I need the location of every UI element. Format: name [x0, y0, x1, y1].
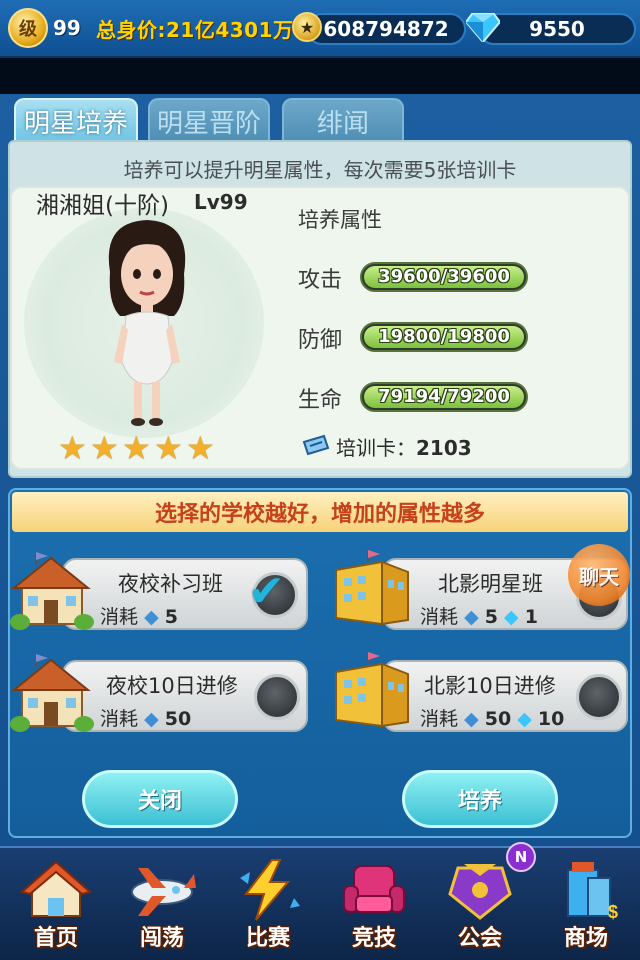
nav-explore[interactable]: 闯荡 [112, 850, 212, 958]
school-cost: 消耗 ◆ 50 ◆ 10 [420, 708, 565, 730]
school-radio[interactable] [254, 674, 300, 720]
nav-label: 首页 [33, 926, 78, 951]
airplane-icon [131, 868, 196, 916]
attack-value: 39600/39600 [378, 266, 510, 287]
nav-label: 比赛 [245, 926, 290, 951]
school-building-icon [335, 652, 409, 728]
star-level: Lv99 [194, 190, 248, 214]
star-rating: ★ ★ ★ ★ ★ [58, 429, 216, 467]
gem-icon: ◆ [504, 606, 519, 628]
tab-gossip[interactable]: 绯闻 [282, 98, 404, 142]
ticket-icon: ◆ [144, 606, 159, 628]
defense-value: 19800/19800 [378, 326, 510, 347]
nav-label: 商场 [563, 926, 608, 951]
star-icon: ★ [90, 429, 119, 467]
chat-button[interactable]: 聊天 [568, 544, 630, 606]
star-avatar [108, 220, 186, 426]
school-name: 夜校10日进修 [106, 674, 238, 698]
attribute-title: 培养属性 [298, 208, 382, 232]
ticket-icon: ◆ [464, 606, 479, 628]
armchair-icon [343, 865, 405, 913]
close-button[interactable]: 关闭 [82, 770, 238, 828]
player-level: 99 [53, 16, 81, 40]
svg-text:$: $ [608, 902, 618, 922]
school-radio[interactable] [576, 674, 622, 720]
ticket-icon: ◆ [464, 708, 479, 730]
tab-star-promotion[interactable]: 明星晋阶 [148, 98, 270, 142]
tab-star-training[interactable]: 明星培养 [14, 98, 138, 142]
level-badge: 级 [8, 8, 48, 48]
checkmark-icon: ✔ [248, 566, 285, 617]
ticket-count: 培训卡：2103 [336, 436, 472, 460]
school-name: 北影明星班 [438, 572, 543, 596]
train-button[interactable]: 培养 [402, 770, 558, 828]
gem-icon [466, 13, 500, 42]
total-worth: 总身价:21亿4301万 [96, 18, 294, 42]
shop-icon: $ [567, 862, 618, 922]
training-hint: 培养可以提升明星属性，每次需要5张培训卡 [123, 158, 517, 182]
school-building-icon [335, 550, 409, 626]
star-icon: ★ [122, 429, 151, 467]
home-icon [20, 860, 92, 917]
school-name: 北影10日进修 [424, 674, 556, 698]
nav-arena[interactable]: 竞技 [324, 850, 424, 958]
coin-icon: ★ [292, 12, 322, 42]
school-cost: 消耗 ◆ 5 [100, 606, 178, 628]
gem-balance: 9550 [478, 13, 636, 45]
coin-balance: 608794872 [306, 13, 466, 45]
new-badge: N [506, 842, 536, 872]
nav-shop[interactable]: $ 商场 [536, 850, 636, 958]
guild-icon [448, 864, 512, 920]
header-gap [0, 58, 640, 94]
school-cost: 消耗 ◆ 5 ◆ 1 [420, 606, 538, 628]
school-house-icon [10, 552, 94, 630]
nav-home[interactable]: 首页 [6, 850, 106, 958]
nav-match[interactable]: 比赛 [218, 850, 318, 958]
star-icon: ★ [58, 429, 87, 467]
school-house-icon [10, 654, 94, 732]
star-icon: ★ [186, 429, 215, 467]
ticket-icon [302, 434, 330, 456]
nav-label: 公会 [457, 926, 502, 951]
school-name: 夜校补习班 [118, 572, 223, 596]
attack-label: 攻击 [298, 268, 343, 293]
life-label: 生命 [298, 388, 343, 413]
lightning-icon [240, 859, 300, 921]
gem-icon: ◆ [517, 708, 532, 730]
star-icon: ★ [154, 429, 183, 467]
school-title: 选择的学校越好，增加的属性越多 [154, 502, 485, 527]
school-cost: 消耗 ◆ 50 [100, 708, 192, 730]
nav-label: 竞技 [351, 926, 396, 951]
life-value: 79194/79200 [378, 386, 510, 407]
ticket-icon: ◆ [144, 708, 159, 730]
nav-label: 闯荡 [139, 926, 184, 951]
defense-label: 防御 [298, 328, 343, 353]
